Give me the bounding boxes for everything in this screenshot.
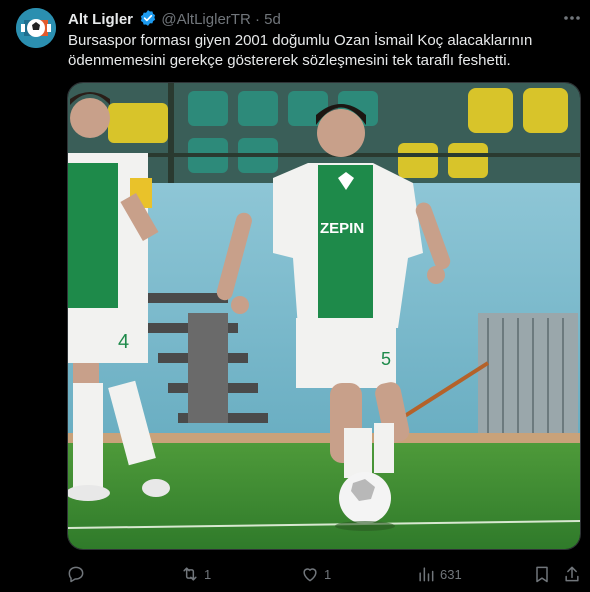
tweet-header: Alt Ligler @AltLiglerTR · 5d bbox=[68, 9, 281, 32]
author-name[interactable]: Alt Ligler bbox=[68, 11, 133, 28]
separator: · bbox=[254, 11, 260, 28]
tweet-text: Bursaspor forması giyen 2001 doğumlu Oza… bbox=[68, 32, 533, 69]
avatar[interactable] bbox=[16, 8, 56, 48]
tweet-media-image[interactable]: 4 ZEPIN 5 bbox=[67, 82, 581, 550]
jersey-number-left: 4 bbox=[118, 331, 129, 353]
views-button[interactable]: 631 bbox=[416, 562, 462, 586]
jersey-number-main: 5 bbox=[381, 349, 391, 369]
views-count: 631 bbox=[440, 566, 462, 582]
share-button[interactable] bbox=[562, 562, 582, 586]
reply-icon bbox=[66, 564, 86, 584]
more-icon[interactable] bbox=[562, 10, 582, 26]
tweet[interactable]: Alt Ligler @AltLiglerTR · 5d Bursaspor f… bbox=[0, 0, 590, 592]
reply-button[interactable] bbox=[66, 562, 90, 586]
retweet-count: 1 bbox=[204, 566, 212, 582]
verified-icon bbox=[139, 9, 157, 32]
bookmark-icon bbox=[532, 564, 552, 584]
bookmark-button[interactable] bbox=[532, 562, 552, 586]
timestamp[interactable]: 5d bbox=[264, 11, 281, 28]
share-icon bbox=[562, 564, 582, 584]
like-icon bbox=[300, 564, 320, 584]
retweet-button[interactable]: 1 bbox=[180, 562, 211, 586]
author-handle[interactable]: @AltLiglerTR bbox=[161, 11, 250, 28]
retweet-icon bbox=[180, 564, 200, 584]
action-bar: 1 1 631 bbox=[66, 562, 586, 586]
jersey-sponsor: ZEPIN bbox=[320, 220, 364, 237]
like-count: 1 bbox=[324, 566, 332, 582]
views-icon bbox=[416, 564, 436, 584]
like-button[interactable]: 1 bbox=[300, 562, 331, 586]
